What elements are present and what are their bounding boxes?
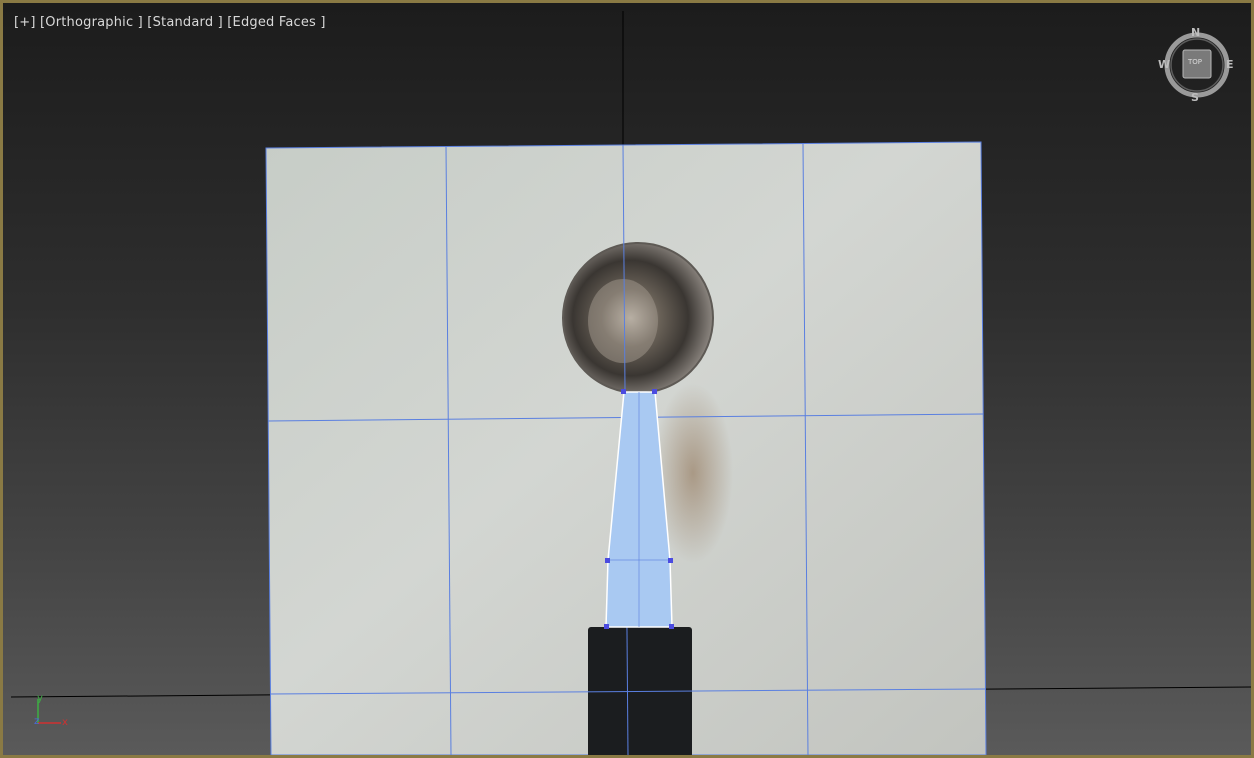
viewport-view-menu[interactable]: [Orthographic ]	[40, 15, 143, 30]
vertex[interactable]	[604, 624, 609, 629]
axis-y-label: y	[37, 693, 43, 704]
viewcube-face-label: TOP	[1188, 58, 1203, 66]
compass-west-label[interactable]: W	[1158, 58, 1170, 71]
viewport-scene[interactable]	[3, 3, 1254, 758]
compass-south-label[interactable]: S	[1191, 91, 1199, 104]
axis-tripod: y x z	[29, 693, 79, 735]
viewport-shading-menu[interactable]: [Standard ]	[147, 15, 223, 30]
spoon-bowl-reflection	[588, 279, 658, 363]
viewport-label-menu[interactable]: [+] [Orthographic ] [Standard ] [Edged F…	[14, 15, 326, 30]
vertex[interactable]	[605, 558, 610, 563]
axis-x-label: x	[62, 717, 68, 728]
viewport-edges-menu[interactable]: [Edged Faces ]	[227, 15, 325, 30]
viewport-top[interactable]: [+] [Orthographic ] [Standard ] [Edged F…	[0, 0, 1254, 758]
vertex[interactable]	[621, 389, 626, 394]
viewcube[interactable]: N S E W TOP	[1155, 25, 1239, 109]
vertex[interactable]	[668, 558, 673, 563]
vertex[interactable]	[652, 389, 657, 394]
compass-east-label[interactable]: E	[1226, 58, 1234, 71]
viewport-plus-menu[interactable]: [+]	[14, 15, 36, 30]
vertex[interactable]	[669, 624, 674, 629]
compass-north-label[interactable]: N	[1191, 26, 1200, 39]
axis-z-label: z	[34, 716, 40, 727]
